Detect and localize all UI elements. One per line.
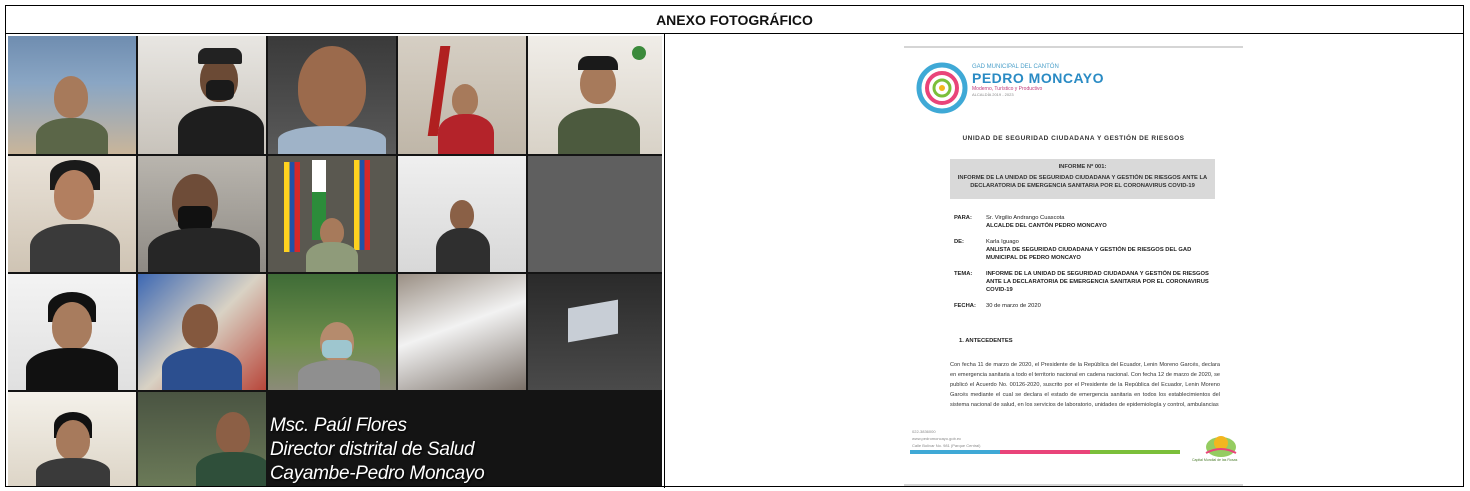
column-divider (664, 34, 665, 488)
para-name: Sr. Virgilio Andrango Cuascota (986, 215, 1065, 221)
municipality-logo-icon (916, 62, 968, 114)
footer-stripe-blue (910, 450, 1000, 454)
de-value: Karla Iguago ANLISTA DE SEGURIDAD CIUDAD… (986, 238, 1214, 262)
participant-tile (138, 36, 266, 154)
footer-address: Calle Bolívar No. 981 (Parque Central) (912, 443, 981, 448)
caption-role: Director distrital de Salud (270, 439, 475, 460)
participant-tile (398, 36, 526, 154)
section-heading: 1. ANTECEDENTES (959, 338, 1013, 344)
city-crest-icon (1205, 436, 1237, 457)
tema-label: TEMA: (954, 271, 973, 277)
report-number: INFORME Nº 001: (1058, 164, 1107, 170)
para-label: PARA: (954, 215, 972, 221)
field-fecha: FECHA: 30 de marzo de 2020 (954, 302, 1219, 312)
speaker-caption: Msc. Paúl Flores Director distrital de S… (270, 414, 485, 486)
org-period: ALCALDÍA 2019 - 2023 (972, 92, 1014, 97)
report-title-box: INFORME Nº 001: INFORME DE LA UNIDAD DE … (950, 159, 1215, 199)
participant-tile (268, 156, 396, 272)
participant-tile (8, 274, 136, 390)
participant-tile (528, 274, 662, 390)
de-role: ANLISTA DE SEGURIDAD CIUDADANA Y GESTIÓN… (986, 247, 1192, 261)
footer-stripe-green (1090, 450, 1180, 454)
fecha-value: 30 de marzo de 2020 (986, 303, 1041, 309)
caption-location: Cayambe-Pedro Moncayo (270, 463, 485, 484)
crest-text: Capital Mundial de las Rosas (1192, 458, 1238, 462)
report-document-photo: GAD MUNICIPAL DEL CANTÓN PEDRO MONCAYO M… (666, 36, 1463, 486)
unit-title: UNIDAD DE SEGURIDAD CIUDADANA Y GESTIÓN … (962, 135, 1185, 142)
annex-table: ANEXO FOTOGRÁFICO Msc. Paúl Flores Direc… (5, 5, 1464, 488)
participant-tile (138, 156, 266, 272)
tema-value: INFORME DE LA UNIDAD DE SEGURIDAD CIUDAD… (986, 271, 1209, 293)
participant-tile (268, 274, 396, 390)
de-name: Karla Iguago (986, 239, 1019, 245)
para-role: ALCALDE DEL CANTÓN PEDRO MONCAYO (986, 223, 1107, 229)
de-label: DE: (954, 239, 964, 245)
report-page: GAD MUNICIPAL DEL CANTÓN PEDRO MONCAYO M… (904, 46, 1243, 486)
contact-footer: 022-3836000 www.pedromoncayo.gob.ec Call… (912, 428, 980, 449)
participant-tile (398, 274, 526, 390)
report-title: INFORME DE LA UNIDAD DE SEGURIDAD CIUDAD… (957, 175, 1208, 189)
footer-stripe-pink (1000, 450, 1090, 454)
field-para: PARA: Sr. Virgilio Andrango Cuascota ALC… (954, 214, 1219, 232)
fecha-label: FECHA: (954, 303, 976, 309)
participant-tile (8, 392, 136, 486)
participant-tile (528, 36, 662, 154)
caption-name: Msc. Paúl Flores (270, 415, 407, 436)
antecedentes-paragraph: Con fecha 11 de marzo de 2020, el Presid… (950, 362, 1220, 408)
participant-tile (528, 156, 662, 272)
participant-tile (8, 156, 136, 272)
video-call-photo: Msc. Paúl Flores Director distrital de S… (8, 36, 662, 486)
annex-title: ANEXO FOTOGRÁFICO (6, 6, 1463, 34)
field-de: DE: Karla Iguago ANLISTA DE SEGURIDAD CI… (954, 238, 1219, 266)
para-value: Sr. Virgilio Andrango Cuascota ALCALDE D… (986, 214, 1214, 230)
footer-website: www.pedromoncayo.gob.ec (912, 436, 962, 441)
participant-tile (268, 36, 396, 154)
participant-tile (8, 36, 136, 154)
participant-tile (138, 274, 266, 390)
footer-phone: 022-3836000 (912, 429, 936, 434)
participant-tile (138, 392, 266, 486)
municipality-name: GAD MUNICIPAL DEL CANTÓN PEDRO MONCAYO M… (972, 64, 1104, 97)
org-name: PEDRO MONCAYO (972, 70, 1105, 86)
field-tema: TEMA: INFORME DE LA UNIDAD DE SEGURIDAD … (954, 270, 1219, 300)
participant-tile (398, 156, 526, 272)
